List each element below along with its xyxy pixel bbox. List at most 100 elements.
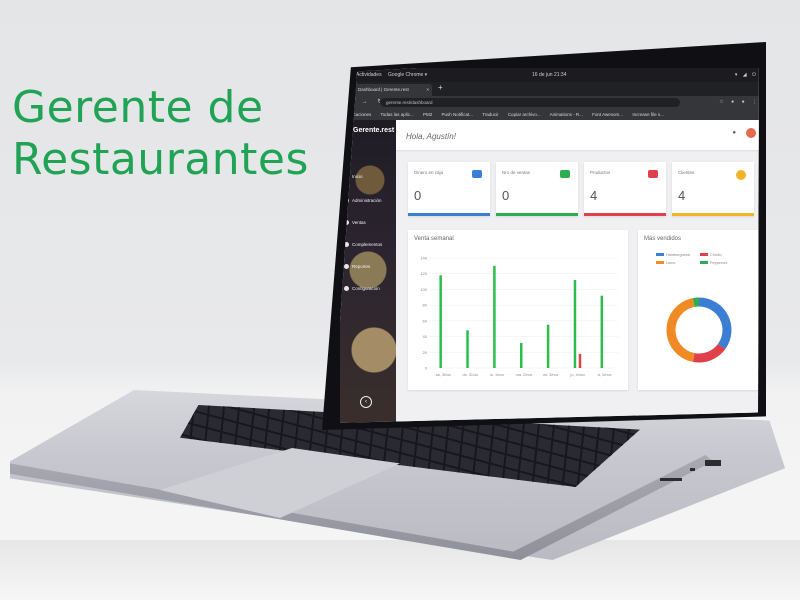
card-label: Clientes bbox=[678, 170, 695, 175]
laptop-screen: Actividades Google Chrome ▾ 16 de jun 21… bbox=[333, 48, 759, 424]
legend-swatch bbox=[700, 253, 708, 256]
pie-slice bbox=[698, 297, 732, 350]
weekly-sales-panel: Venta semanal 140 120 100 80 60 40 20 0 sá, 30/o… bbox=[408, 230, 628, 390]
sidebar-item-administracion[interactable]: Administración bbox=[344, 198, 382, 204]
card-clientes[interactable]: Clientes 4 bbox=[672, 162, 754, 216]
x-tick-label: do, 31/oc bbox=[462, 373, 478, 377]
new-tab-icon[interactable]: + bbox=[438, 83, 443, 92]
bar bbox=[439, 275, 442, 368]
headline-line-2: Restaurantes bbox=[12, 134, 309, 185]
web-app: Gerente.rest Inicio Administración Venta… bbox=[340, 120, 759, 424]
y-tick-label: 120 bbox=[420, 271, 427, 276]
y-tick-label: 60 bbox=[423, 318, 428, 323]
desktop: Actividades Google Chrome ▾ 16 de jun 21… bbox=[340, 68, 759, 424]
os-top-bar: Actividades Google Chrome ▾ 16 de jun 21… bbox=[340, 68, 759, 82]
y-tick-label: 0 bbox=[425, 366, 428, 371]
card-label: Nro de ventas bbox=[502, 170, 531, 175]
sidebar-item-ventas[interactable]: Ventas bbox=[344, 220, 366, 226]
x-tick-label: vi, 5/nov bbox=[598, 373, 612, 377]
bookmark[interactable]: Font Awesom... bbox=[592, 112, 623, 117]
card-ventas[interactable]: Nro de ventas 0 bbox=[496, 162, 578, 216]
bookmark[interactable]: Todas las aplic... bbox=[380, 112, 413, 117]
bar bbox=[493, 265, 496, 368]
bookmark[interactable]: Increase file s... bbox=[632, 112, 664, 117]
bestsellers-chart: Hamburguesa Chivito Lomo Pepperoni bbox=[656, 253, 732, 363]
legend-swatch bbox=[656, 261, 664, 264]
sidebar-item-complementos[interactable]: Complementos bbox=[344, 242, 383, 248]
user-icon[interactable]: ● bbox=[732, 130, 736, 136]
top-bar: Hola, Agustín! ● bbox=[396, 120, 759, 150]
sidebar-item-label: Complementos bbox=[352, 242, 383, 247]
y-tick-label: 100 bbox=[420, 287, 427, 292]
card-accent bbox=[672, 213, 754, 216]
close-tab-icon[interactable]: × bbox=[426, 84, 429, 96]
card-label: Dinero en caja bbox=[414, 170, 444, 175]
sidebar-item-label: Inicio bbox=[352, 174, 363, 179]
card-value: 4 bbox=[678, 188, 686, 203]
card-accent bbox=[496, 213, 578, 216]
sidebar-item-label: Configuración bbox=[352, 286, 380, 291]
system-tray-icons[interactable]: ▾ ◢ ⏻ bbox=[735, 68, 758, 82]
bar bbox=[578, 353, 582, 368]
gear-icon bbox=[344, 286, 349, 292]
sidebar-item-configuracion[interactable]: Configuración bbox=[344, 286, 380, 292]
url-field[interactable]: gerente.rest/dashboard bbox=[380, 98, 680, 107]
x-tick-label: ju, 4/nov bbox=[570, 373, 585, 377]
headline: Gerente de Restaurantes bbox=[12, 82, 309, 186]
browser-tab[interactable]: Dashboard | Gerente.rest × bbox=[354, 84, 432, 96]
bookmark[interactable]: Copiar archivo... bbox=[508, 112, 541, 117]
card-label: Productos bbox=[590, 170, 611, 175]
bookmark[interactable]: Animations - R... bbox=[550, 112, 583, 117]
bookmarks-bar: Aplicaciones Todas las aplic... PM2 Push… bbox=[340, 109, 759, 120]
legend-label: Hamburguesa bbox=[666, 253, 691, 257]
clock[interactable]: 16 de jun 21:34 bbox=[532, 68, 566, 82]
table-shadow bbox=[0, 540, 800, 600]
chart-icon bbox=[344, 264, 349, 270]
card-dinero[interactable]: Dinero en caja 0 bbox=[408, 162, 490, 216]
bar bbox=[573, 280, 577, 368]
pie-slice bbox=[692, 343, 726, 363]
y-tick-label: 140 bbox=[420, 256, 427, 261]
bar bbox=[546, 324, 550, 368]
legend-label: Pepperoni bbox=[710, 261, 727, 265]
bookmark[interactable]: PM2 bbox=[423, 112, 432, 117]
headline-line-1: Gerente de bbox=[12, 82, 264, 133]
sidebar-item-reportes[interactable]: Reportes bbox=[344, 264, 371, 270]
legend-swatch bbox=[700, 261, 708, 264]
legend-label: Lomo bbox=[666, 261, 676, 265]
legend-label: Chivito bbox=[710, 253, 722, 257]
cash-icon bbox=[472, 170, 482, 178]
bookmark[interactable]: Push Notificat... bbox=[442, 112, 474, 117]
bestsellers-panel: Más vendidos Hamburguesa Chivito Lomo Peppe… bbox=[638, 230, 759, 390]
card-accent bbox=[584, 213, 666, 216]
card-value: 0 bbox=[502, 188, 510, 203]
x-tick-label: sá, 30/oc bbox=[436, 373, 452, 377]
brand-name: Gerente.rest bbox=[353, 126, 395, 134]
y-tick-label: 80 bbox=[423, 303, 428, 308]
weekly-sales-chart: 140 120 100 80 60 40 20 0 sá, 30/oc do, 31/oc lu, … bbox=[420, 256, 618, 377]
sd-card-slot bbox=[660, 478, 682, 481]
sidebar-item-label: Administración bbox=[352, 198, 382, 203]
x-tick-label: ma, 2/nov bbox=[516, 373, 533, 377]
avatar[interactable] bbox=[746, 128, 756, 138]
bar bbox=[466, 330, 469, 368]
card-value: 4 bbox=[590, 188, 598, 203]
x-tick-label: mi, 3/nov bbox=[543, 373, 559, 377]
legend-swatch bbox=[656, 253, 664, 256]
bookmark[interactable]: Traducir bbox=[482, 112, 498, 117]
app-menu[interactable]: Google Chrome ▾ bbox=[388, 68, 427, 82]
collapse-sidebar-icon[interactable]: ‹ bbox=[360, 396, 372, 408]
card-value: 0 bbox=[414, 188, 422, 203]
extension-icons[interactable]: ☆ ● ● ⋮ bbox=[719, 99, 759, 105]
sidebar-item-label: Reportes bbox=[352, 264, 371, 269]
tab-title: Dashboard | Gerente.rest bbox=[358, 87, 409, 92]
sidebar-item-label: Ventas bbox=[352, 220, 366, 225]
headphone-port bbox=[690, 468, 695, 471]
dashboard: Hola, Agustín! ● Dinero en caja 0 Nro de… bbox=[396, 120, 759, 424]
card-productos[interactable]: Productos 4 bbox=[584, 162, 666, 216]
address-bar-row: ← → ↻ gerente.rest/dashboard ☆ ● ● ⋮ bbox=[340, 96, 759, 109]
cart-icon bbox=[560, 170, 570, 178]
bar bbox=[520, 342, 523, 368]
pie-slice bbox=[666, 298, 695, 362]
y-tick-label: 40 bbox=[423, 334, 428, 339]
